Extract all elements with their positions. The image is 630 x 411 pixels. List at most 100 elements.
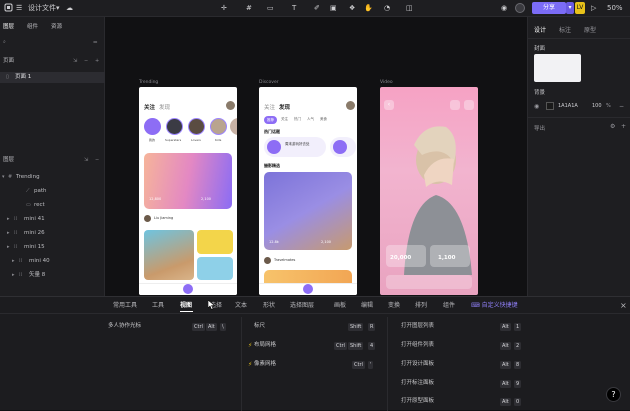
layer-row[interactable]: ▸ ⁞⁞ mini 41 [0, 214, 105, 225]
custom-shortcuts-link[interactable]: ⌨ 自定义快捷键 [471, 301, 518, 310]
category-chip[interactable]: 人气 [307, 117, 314, 122]
avatar[interactable] [226, 101, 235, 110]
avatar[interactable] [515, 3, 525, 17]
video-controls[interactable] [386, 275, 472, 289]
tab-components[interactable]: 组件 [443, 301, 455, 310]
search-icon[interactable]: ⌕ [3, 37, 6, 48]
bg-hex-input[interactable]: 1A1A1A [558, 103, 578, 109]
play-icon[interactable]: ▷ [591, 3, 596, 14]
tab-arrange[interactable]: 排列 [415, 301, 427, 310]
color-swatch[interactable] [546, 102, 554, 110]
chevron-down-icon[interactable]: ▾ [56, 3, 60, 14]
export-settings-icon[interactable]: ⚙ [610, 123, 615, 130]
zoom-level[interactable]: 50% [607, 3, 623, 14]
collapse-icon[interactable]: ⇲ [73, 56, 77, 67]
artboard-label[interactable]: Trending [139, 80, 158, 85]
tab-edit[interactable]: 编辑 [361, 301, 373, 310]
app-logo-icon[interactable] [4, 3, 13, 16]
add-post-icon[interactable] [183, 284, 193, 294]
tab-following[interactable]: 关注 [264, 103, 275, 111]
page-item[interactable]: ▯ 页面 1 [0, 72, 105, 83]
tab-layers[interactable]: 图层 [3, 22, 14, 33]
tab-view[interactable]: 视图 [180, 301, 192, 310]
back-icon[interactable]: ‹ [384, 100, 394, 110]
image-tool-icon[interactable]: ▣ [330, 3, 337, 14]
add-export-icon[interactable]: + [621, 123, 626, 130]
share-button[interactable]: 分享 [532, 2, 566, 14]
design-canvas[interactable]: Trending Discover Video 关注 发现 我的 Superst… [106, 17, 527, 296]
add-page-icon[interactable]: + [95, 56, 99, 67]
layer-row[interactable]: ▭ rect [0, 200, 105, 211]
story-avatar[interactable] [166, 118, 183, 135]
artboard-video[interactable]: ‹ 20,000 1,100 [380, 87, 478, 295]
tab-annotate[interactable]: 标注 [559, 25, 571, 34]
tab-shape[interactable]: 形状 [263, 301, 275, 310]
next-card[interactable] [264, 270, 352, 283]
expand-icon[interactable]: ▸ [7, 242, 10, 253]
share-dropdown-icon[interactable]: ▾ [566, 2, 574, 14]
collapse-layers-icon[interactable]: ⇲ [84, 155, 88, 166]
move-tool-icon[interactable]: ✛ [221, 3, 227, 14]
remove-icon[interactable]: − [619, 103, 624, 110]
layer-row[interactable]: ▸ ⁞⁞ mini 15 [0, 242, 105, 253]
share-icon[interactable] [450, 100, 460, 110]
help-icon[interactable]: ? [606, 387, 621, 402]
close-icon[interactable]: × [620, 301, 627, 310]
tab-components[interactable]: 组件 [27, 22, 38, 33]
story-avatar[interactable] [188, 118, 205, 135]
component-tool-icon[interactable]: ❖ [349, 3, 355, 14]
artboard-trending[interactable]: 关注 发现 我的 Superstars Lovers Kids 12,800 2… [139, 87, 237, 295]
frame-tool-icon[interactable]: # [246, 3, 252, 14]
expand-icon[interactable]: ▸ [12, 256, 15, 267]
layers-minus-icon[interactable]: − [95, 155, 99, 166]
eye-icon[interactable]: ◉ [534, 103, 539, 110]
text-tool-icon[interactable]: T [292, 3, 296, 14]
tab-prototype[interactable]: 原型 [584, 25, 596, 34]
tab-text[interactable]: 文本 [235, 301, 247, 310]
filter-icon[interactable]: ⚌ [93, 37, 97, 48]
layer-row[interactable]: ▸ ⁞⁞ mini 26 [0, 228, 105, 239]
expand-icon[interactable]: ▸ [7, 214, 10, 225]
feed-image[interactable] [197, 230, 233, 254]
story-avatar[interactable] [230, 118, 237, 135]
tab-following[interactable]: 关注 [144, 103, 155, 111]
expand-icon[interactable]: ▾ [2, 172, 5, 183]
more-icon[interactable] [464, 100, 474, 110]
layer-row[interactable]: ▾ # Trending [0, 172, 105, 183]
tab-assets[interactable]: 资源 [51, 22, 62, 33]
tab-transform[interactable]: 变换 [388, 301, 400, 310]
tab-design[interactable]: 设计 [534, 25, 546, 34]
my-story-icon[interactable] [144, 118, 161, 135]
category-chip[interactable]: 关注 [281, 117, 288, 122]
category-chip[interactable]: 热门 [294, 117, 301, 122]
rect-tool-icon[interactable]: ▭ [267, 3, 274, 14]
layer-row[interactable]: ⟋ path [0, 186, 105, 197]
pen-tool-icon[interactable]: ✐ [314, 3, 320, 14]
category-chip[interactable]: 美食 [320, 117, 327, 122]
tab-discover[interactable]: 发现 [279, 103, 290, 111]
file-title[interactable]: 设计文件 [28, 3, 56, 14]
layer-row[interactable]: ▸ ⁞⁞ 矢量 8 [0, 270, 105, 281]
story-avatar[interactable] [210, 118, 227, 135]
feed-image[interactable] [197, 257, 233, 280]
avatar[interactable] [264, 257, 271, 264]
expand-icon[interactable]: ▸ [7, 228, 10, 239]
tab-common-tools[interactable]: 常用工具 [113, 301, 137, 310]
layer-row[interactable]: ▸ ⁞⁞ mini 40 [0, 256, 105, 267]
tab-artboard[interactable]: 画板 [334, 301, 346, 310]
artboard-label[interactable]: Video [380, 80, 393, 85]
minus-icon[interactable]: − [84, 56, 88, 67]
add-post-icon[interactable] [303, 284, 313, 294]
code-icon[interactable]: ◫ [406, 3, 413, 14]
artboard-label[interactable]: Discover [259, 80, 279, 85]
feed-image[interactable] [144, 230, 194, 280]
tab-discover[interactable]: 发现 [159, 103, 170, 111]
bg-opacity-input[interactable]: 100 [592, 103, 602, 109]
avatar[interactable] [144, 215, 151, 222]
menu-icon[interactable]: ☰ [16, 3, 22, 14]
hand-tool-icon[interactable]: ✋ [364, 3, 373, 14]
cover-thumbnail[interactable] [534, 54, 581, 82]
tab-select-layer[interactable]: 选择图层 [290, 301, 314, 310]
avatar[interactable] [346, 101, 355, 110]
expand-icon[interactable]: ▸ [12, 270, 15, 281]
